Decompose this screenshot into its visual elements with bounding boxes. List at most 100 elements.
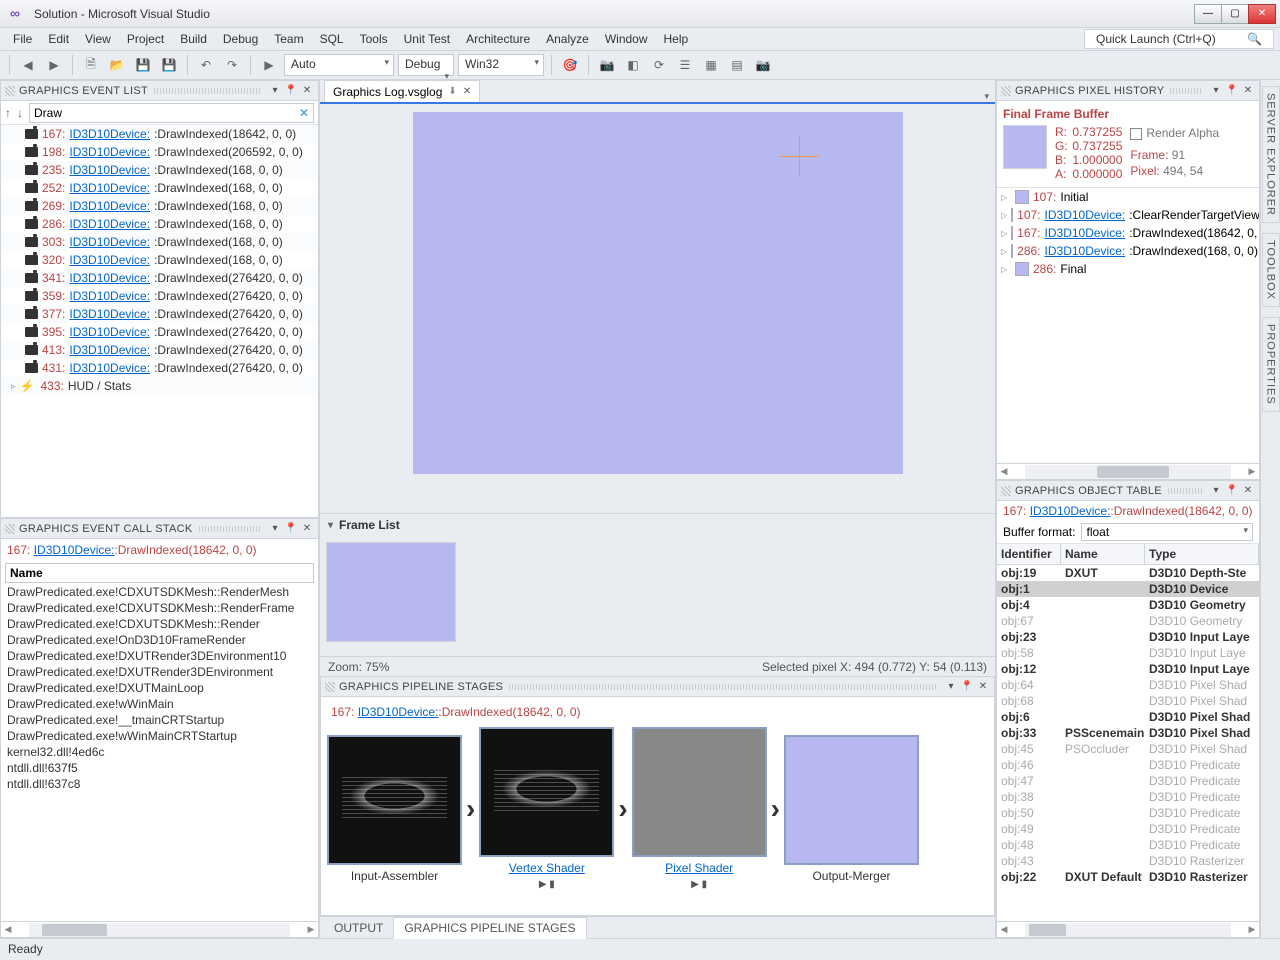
pin-icon[interactable]: 📍 <box>284 84 298 98</box>
pixelhistory-item[interactable]: ▷286: Final <box>997 260 1259 278</box>
event-row[interactable]: 303: ID3D10Device::DrawIndexed(168, 0, 0… <box>1 233 318 251</box>
table-row[interactable]: obj:4D3D10 Geometry <box>997 597 1259 613</box>
pin-icon[interactable]: 📍 <box>284 522 298 536</box>
event-row[interactable]: 395: ID3D10Device::DrawIndexed(276420, 0… <box>1 323 318 341</box>
expand-icon[interactable]: ▷ <box>1001 193 1011 202</box>
event-row[interactable]: 235: ID3D10Device::DrawIndexed(168, 0, 0… <box>1 161 318 179</box>
table-row[interactable]: obj:43D3D10 Rasterizer <box>997 853 1259 869</box>
table-row[interactable]: obj:19DXUTD3D10 Depth-Ste <box>997 565 1259 581</box>
table-row[interactable]: obj:68D3D10 Pixel Shad <box>997 693 1259 709</box>
tab-pipeline[interactable]: GRAPHICS PIPELINE STAGES <box>393 917 586 939</box>
panel-dropdown-icon[interactable]: ▾ <box>944 680 958 694</box>
pin-icon[interactable]: 📍 <box>1225 84 1239 98</box>
frame-thumbnails[interactable] <box>320 536 995 656</box>
table-row[interactable]: obj:12D3D10 Input Laye <box>997 661 1259 677</box>
close-button[interactable]: ✕ <box>1248 4 1276 24</box>
event-link[interactable]: ID3D10Device: <box>69 253 150 267</box>
callstack-frame[interactable]: DrawPredicated.exe!DXUTMainLoop <box>7 681 312 697</box>
event-row[interactable]: ⚡433: HUD / Stats <box>1 377 318 395</box>
menu-edit[interactable]: Edit <box>41 29 76 49</box>
table-row[interactable]: obj:23D3D10 Input Laye <box>997 629 1259 645</box>
open-button[interactable]: 📂 <box>106 54 128 76</box>
close-icon[interactable]: ✕ <box>300 84 314 98</box>
up-arrow-icon[interactable]: ↑ <box>5 106 11 120</box>
callstack-frame[interactable]: DrawPredicated.exe!__tmainCRTStartup <box>7 713 312 729</box>
event-list[interactable]: 167: ID3D10Device::DrawIndexed(18642, 0,… <box>1 125 318 517</box>
expand-icon[interactable]: ▷ <box>1001 229 1007 238</box>
expand-icon[interactable]: ▷ <box>1001 247 1007 256</box>
table-row[interactable]: obj:45PSOccluderD3D10 Pixel Shad <box>997 741 1259 757</box>
table-row[interactable]: obj:64D3D10 Pixel Shad <box>997 677 1259 693</box>
panel-dropdown-icon[interactable]: ▾ <box>1209 484 1223 498</box>
callstack-frame[interactable]: DrawPredicated.exe!DXUTRender3DEnvironme… <box>7 665 312 681</box>
objtable-hscroll[interactable]: ◀▶ <box>997 921 1259 937</box>
maximize-button[interactable]: ▢ <box>1221 4 1249 24</box>
stage-vertex-shader[interactable]: Vertex Shader ▶ ▮ <box>479 727 614 890</box>
expand-icon[interactable]: ▷ <box>1001 211 1007 220</box>
history-icon[interactable]: ⟳ <box>648 54 670 76</box>
tab-overflow-icon[interactable]: ▾ <box>984 91 989 102</box>
table-row[interactable]: obj:47D3D10 Predicate <box>997 773 1259 789</box>
event-row[interactable]: 341: ID3D10Device::DrawIndexed(276420, 0… <box>1 269 318 287</box>
event-link[interactable]: ID3D10Device: <box>69 271 150 285</box>
panel-dropdown-icon[interactable]: ▾ <box>1209 84 1223 98</box>
event-link[interactable]: ID3D10Device: <box>69 289 150 303</box>
callstack-frame[interactable]: DrawPredicated.exe!DXUTRender3DEnvironme… <box>7 649 312 665</box>
table-row[interactable]: obj:1D3D10 Device <box>997 581 1259 597</box>
panel-dropdown-icon[interactable]: ▾ <box>268 522 282 536</box>
close-icon[interactable]: ✕ <box>463 86 471 97</box>
event-row[interactable]: 198: ID3D10Device::DrawIndexed(206592, 0… <box>1 143 318 161</box>
callstack-name-col[interactable]: Name <box>5 563 314 583</box>
pin-icon[interactable]: 📍 <box>960 680 974 694</box>
pixelhistory-item[interactable]: ▷286: ID3D10Device::DrawIndexed(168, 0, … <box>997 242 1259 260</box>
objtable-headers[interactable]: Identifier Name Type <box>997 544 1259 565</box>
stage-input-assembler[interactable]: Input-Assembler <box>327 735 462 883</box>
objtable-list[interactable]: obj:19DXUTD3D10 Depth-Steobj:1D3D10 Devi… <box>997 565 1259 921</box>
quick-launch-input[interactable]: Quick Launch (Ctrl+Q) 🔍 <box>1084 29 1274 49</box>
pixelhistory-hscroll[interactable]: ◀▶ <box>997 463 1259 479</box>
clear-icon[interactable]: ✕ <box>299 106 309 120</box>
table-row[interactable]: obj:67D3D10 Geometry <box>997 613 1259 629</box>
play-icon[interactable]: ▶ ▮ <box>539 879 555 890</box>
menu-build[interactable]: Build <box>173 29 214 49</box>
save-all-button[interactable]: 💾 <box>158 54 180 76</box>
capture-icon[interactable]: 🎯 <box>559 54 581 76</box>
table-row[interactable]: obj:22DXUT DefaultD3D10 Rasterizer <box>997 869 1259 885</box>
event-link[interactable]: ID3D10Device: <box>69 217 150 231</box>
table-row[interactable]: obj:50D3D10 Predicate <box>997 805 1259 821</box>
pixelhistory-item[interactable]: ▷107: ID3D10Device::ClearRenderTargetVie… <box>997 206 1259 224</box>
panel-dropdown-icon[interactable]: ▾ <box>268 84 282 98</box>
callstack-hscroll[interactable]: ◀▶ <box>1 921 318 937</box>
event-link[interactable]: ID3D10Device: <box>69 361 150 375</box>
close-icon[interactable]: ✕ <box>976 680 990 694</box>
table-icon[interactable]: ▤ <box>726 54 748 76</box>
pixelhistory-list[interactable]: ▷107: Initial▷107: ID3D10Device::ClearRe… <box>997 188 1259 463</box>
table-row[interactable]: obj:58D3D10 Input Laye <box>997 645 1259 661</box>
event-row[interactable]: 359: ID3D10Device::DrawIndexed(276420, 0… <box>1 287 318 305</box>
event-link[interactable]: ID3D10Device: <box>69 199 150 213</box>
redo-button[interactable]: ↷ <box>221 54 243 76</box>
table-row[interactable]: obj:38D3D10 Predicate <box>997 789 1259 805</box>
event-row[interactable]: 252: ID3D10Device::DrawIndexed(168, 0, 0… <box>1 179 318 197</box>
event-row[interactable]: 377: ID3D10Device::DrawIndexed(276420, 0… <box>1 305 318 323</box>
menu-unittest[interactable]: Unit Test <box>397 29 457 49</box>
solution-config-select[interactable]: Debug <box>398 54 454 76</box>
table-row[interactable]: obj:33PSScenemainD3D10 Pixel Shad <box>997 725 1259 741</box>
event-row[interactable]: 269: ID3D10Device::DrawIndexed(168, 0, 0… <box>1 197 318 215</box>
new-project-button[interactable]: 🗎 <box>80 54 102 76</box>
render-alpha-checkbox[interactable]: Render Alpha <box>1130 125 1219 141</box>
pin-icon[interactable]: 📍 <box>1225 484 1239 498</box>
close-icon[interactable]: ✕ <box>1241 84 1255 98</box>
callstack-frame[interactable]: DrawPredicated.exe!CDXUTSDKMesh::RenderM… <box>7 585 312 601</box>
start-button[interactable]: ▶ <box>258 54 280 76</box>
event-link[interactable]: ID3D10Device: <box>69 325 150 339</box>
close-icon[interactable]: ✕ <box>300 522 314 536</box>
callstack-frame[interactable]: ntdll.dll!637f5 <box>7 761 312 777</box>
navigate-fwd-button[interactable]: ▶ <box>43 54 65 76</box>
menu-window[interactable]: Window <box>598 29 655 49</box>
snapshot-icon[interactable]: 📷 <box>752 54 774 76</box>
menu-sql[interactable]: SQL <box>313 29 351 49</box>
event-link[interactable]: ID3D10Device: <box>69 163 150 177</box>
buffer-format-select[interactable]: float ▾ <box>1081 523 1253 541</box>
event-link[interactable]: ID3D10Device: <box>69 235 150 249</box>
